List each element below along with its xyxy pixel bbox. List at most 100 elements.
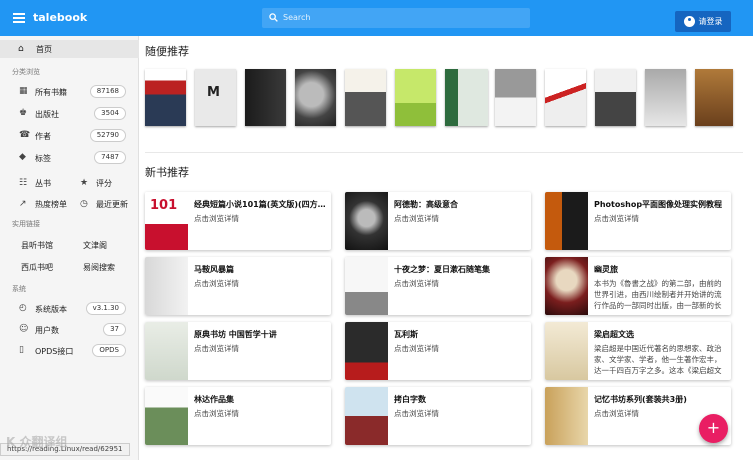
link-item[interactable]: 易阅搜索 — [83, 262, 115, 273]
sidebar-item-label: 热度榜单 — [35, 200, 67, 209]
book-thumbnail — [145, 387, 188, 445]
sidebar-item-version[interactable]: ◴ 系统版本 v3.1.30 — [0, 299, 139, 319]
book-desc: 点击浏览详情 — [194, 409, 239, 418]
sidebar-item-recent[interactable]: ◷ 最近更新 — [80, 195, 138, 213]
sidebar-item-label: 用户数 — [35, 326, 59, 335]
book-cover[interactable] — [295, 69, 336, 126]
sidebar-item-publisher[interactable]: ♚ 出版社 3504 — [0, 104, 139, 124]
sidebar-item-label: 评分 — [96, 179, 112, 188]
book-cover[interactable] — [645, 69, 686, 126]
book-card[interactable]: 瓦利斯 点击浏览详情 — [345, 322, 531, 380]
sidebar-item-label: 最近更新 — [96, 200, 128, 209]
book-cover[interactable] — [545, 69, 586, 126]
book-card[interactable]: 阿德勒：高级意合 点击浏览详情 — [345, 192, 531, 250]
book-title: 马鞍风暴篇 — [194, 265, 234, 274]
book-desc: 点击浏览详情 — [194, 344, 239, 353]
menu-icon[interactable] — [13, 13, 25, 23]
book-cover[interactable] — [495, 69, 536, 126]
book-desc: 点击浏览详情 — [394, 344, 439, 353]
book-card[interactable]: 梁启超文选 梁启超是中国近代著名的思想家、政治家、文学家、学者，他一生著作宏丰，… — [545, 322, 731, 380]
version-badge: v3.1.30 — [85, 302, 126, 315]
book-thumbnail — [545, 387, 588, 445]
book-card[interactable]: 马鞍风暴篇 点击浏览详情 — [145, 257, 331, 315]
star-icon: ★ — [80, 178, 89, 188]
app-title[interactable]: talebook — [33, 11, 87, 24]
home-icon: ⌂ — [18, 44, 24, 54]
book-thumbnail — [545, 257, 588, 315]
main-content: 随便推荐 M 新书推荐 101 经典短篇小说101篇(英文版)(四方... 点击… — [140, 36, 753, 460]
book-desc: 梁启超是中国近代著名的思想家、政治家、文学家、学者，他一生著作宏丰，达一千四百万… — [594, 344, 722, 375]
book-title: Photoshop平面图像处理实例教程 — [594, 200, 723, 209]
book-card[interactable]: 十夜之梦：夏日漱石随笔集 点击浏览详情 — [345, 257, 531, 315]
book-card[interactable]: Photoshop平面图像处理实例教程 点击浏览详情 — [545, 192, 731, 250]
author-icon: ☎ — [19, 130, 31, 140]
book-desc: 点击浏览详情 — [394, 214, 439, 223]
book-card[interactable]: 林达作品集 点击浏览详情 — [145, 387, 331, 445]
link-item[interactable]: 西瓜书吧 — [21, 262, 53, 273]
login-button[interactable]: 请登录 — [675, 11, 731, 32]
book-cover[interactable] — [595, 69, 636, 126]
account-icon — [683, 16, 695, 27]
sidebar-item-tags[interactable]: ◆ 标签 7487 — [0, 148, 139, 168]
book-cover[interactable] — [445, 69, 488, 126]
book-card[interactable]: 幽灵旅 本书为《魯書之战》的第二部，由前的世界引进，由西川绘制者并开始讲的流行作… — [545, 257, 731, 315]
book-desc: 点击浏览详情 — [194, 214, 239, 223]
book-thumbnail — [545, 192, 588, 250]
sidebar-item-label: 系统版本 — [35, 305, 67, 314]
book-card[interactable]: 原典书坊 中国哲学十讲 点击浏览详情 — [145, 322, 331, 380]
book-title: 记忆书坊系列(套装共3册) — [594, 395, 687, 404]
book-cover[interactable] — [245, 69, 286, 126]
section-tools: 实用链接 — [12, 220, 40, 228]
sidebar-item-label: 出版社 — [35, 110, 59, 119]
sidebar-item-label: OPDS接口 — [35, 347, 74, 356]
book-cover[interactable]: M — [195, 69, 236, 126]
count-badge: 7487 — [94, 151, 126, 164]
sidebar: ⌂ 首页 分类浏览 ▦ 所有书籍 87168 ♚ 出版社 3504 ☎ 作者 5… — [0, 36, 139, 460]
book-desc: 本书为《魯書之战》的第二部，由前的世界引进，由西川绘制者并开始讲的流行作品的一部… — [594, 279, 722, 310]
book-desc: 点击浏览详情 — [594, 214, 639, 223]
book-card[interactable]: 拷白字数 点击浏览详情 — [345, 387, 531, 445]
book-title: 十夜之梦：夏日漱石随笔集 — [394, 265, 490, 274]
section-browse: 分类浏览 — [12, 68, 40, 76]
sidebar-item-books[interactable]: ▦ 所有书籍 87168 — [0, 82, 139, 102]
search-placeholder: Search — [283, 13, 311, 22]
book-cover[interactable] — [695, 69, 733, 126]
sidebar-item-author[interactable]: ☎ 作者 52790 — [0, 126, 139, 146]
link-item[interactable]: 县听书馆 — [21, 240, 53, 251]
book-title: 拷白字数 — [394, 395, 426, 404]
book-cover[interactable] — [345, 69, 386, 126]
book-thumbnail — [145, 322, 188, 380]
sidebar-item-hot[interactable]: ↗ 热度榜单 — [19, 195, 79, 213]
book-cover[interactable] — [395, 69, 436, 126]
book-desc: 点击浏览详情 — [394, 409, 439, 418]
watermark: K 众翻译组 — [6, 435, 68, 449]
sidebar-item-users[interactable]: ☺ 用户数 37 — [0, 320, 139, 340]
sidebar-item-label: 丛书 — [35, 179, 51, 188]
section-system: 系统 — [12, 285, 26, 293]
list-icon: ☷ — [19, 178, 28, 188]
phone-icon: ▯ — [19, 345, 24, 355]
sidebar-item-series[interactable]: ☷ 丛书 — [19, 174, 79, 192]
book-thumbnail — [345, 387, 388, 445]
search-input[interactable]: Search — [262, 8, 530, 28]
sidebar-item-home[interactable]: ⌂ 首页 — [0, 40, 139, 58]
book-card[interactable]: 101 经典短篇小说101篇(英文版)(四方... 点击浏览详情 — [145, 192, 331, 250]
random-heading: 随便推荐 — [145, 45, 189, 58]
add-button[interactable]: + — [699, 414, 728, 443]
book-title: 经典短篇小说101篇(英文版)(四方... — [194, 200, 326, 209]
login-label: 请登录 — [698, 17, 723, 26]
book-title: 梁启超文选 — [594, 330, 634, 339]
book-cover[interactable] — [145, 69, 186, 126]
sidebar-item-rating[interactable]: ★ 评分 — [80, 174, 138, 192]
opds-badge: OPDS — [92, 344, 126, 357]
trending-icon: ↗ — [19, 199, 27, 209]
book-thumbnail — [345, 192, 388, 250]
sidebar-item-label: 所有书籍 — [35, 88, 67, 97]
sidebar-item-opds[interactable]: ▯ OPDS接口 OPDS — [0, 341, 139, 361]
book-thumbnail — [145, 257, 188, 315]
sidebar-item-label: 标签 — [35, 154, 51, 163]
app-bar: talebook Search 请登录 — [0, 0, 753, 36]
tag-icon: ◆ — [19, 152, 26, 162]
sidebar-item-label: 首页 — [36, 45, 52, 54]
link-item[interactable]: 文津阁 — [83, 240, 107, 251]
